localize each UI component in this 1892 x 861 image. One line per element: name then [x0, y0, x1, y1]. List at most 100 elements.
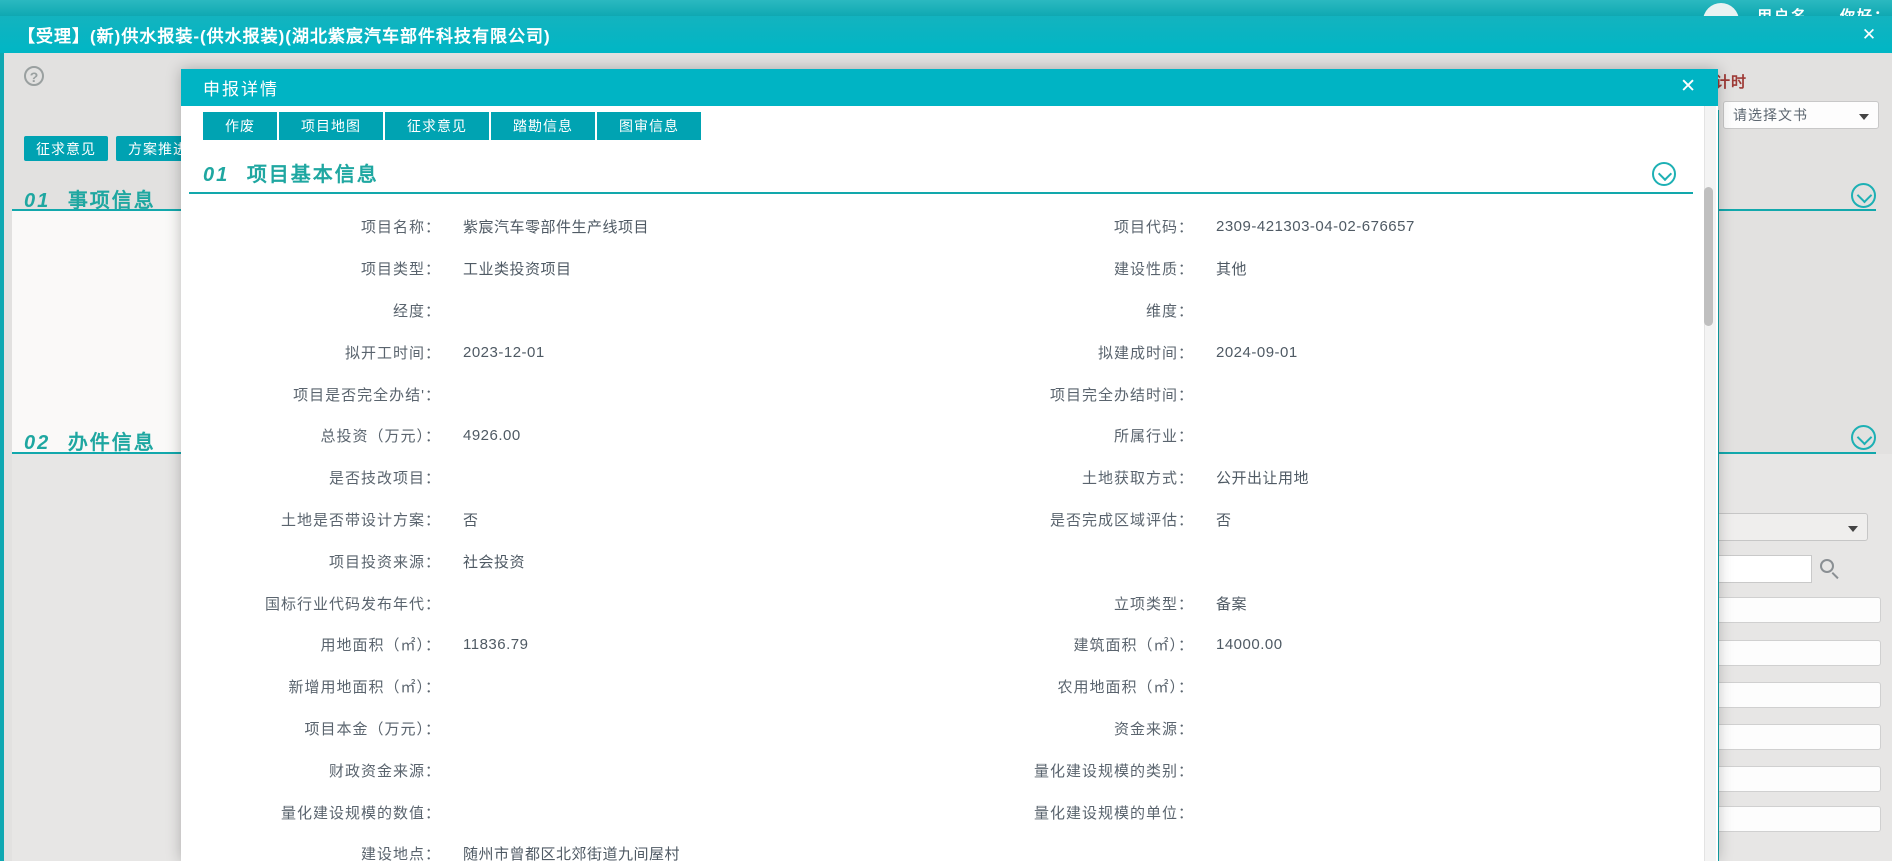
form-row: 国标行业代码发布年代：立项类型：备案	[181, 582, 1705, 624]
modal-tab-row: 作废项目地图征求意见踏勘信息图审信息	[203, 112, 701, 140]
section2-collapse-chevron-icon[interactable]	[1851, 425, 1876, 450]
modal-tab-3[interactable]: 征求意见	[385, 112, 489, 140]
section2-number: 02	[24, 432, 50, 454]
right-label: 维度：	[936, 300, 1210, 321]
section1-heading: 01 事项信息	[24, 184, 156, 213]
left-value: 否	[457, 509, 936, 530]
right-label: 立项类型：	[936, 593, 1210, 614]
right-label: 项目完全办结时间：	[936, 384, 1210, 405]
modal-section-heading: 01 项目基本信息	[203, 158, 379, 187]
right-label: 建设性质：	[936, 258, 1210, 279]
modal-tab-1[interactable]: 作废	[203, 112, 277, 140]
left-label: 财政资金来源：	[181, 760, 457, 781]
top-user-strip: 用户名 你好：	[0, 0, 1892, 16]
left-value: 紫宸汽车零部件生产线项目	[457, 216, 936, 237]
section1-title: 事项信息	[68, 190, 156, 212]
greeting-fragment: 你好：	[1840, 5, 1891, 16]
user-name-fragment: 用户名	[1757, 5, 1808, 16]
right-label: 资金来源：	[936, 718, 1210, 739]
consult-opinion-button[interactable]: 征求意见	[24, 136, 108, 161]
left-label: 量化建设规模的数值：	[181, 802, 457, 823]
sidebar-input-4[interactable]	[1710, 724, 1881, 750]
search-icon[interactable]	[1820, 559, 1834, 573]
right-value: 否	[1210, 509, 1705, 530]
left-label: 建设地点：	[181, 843, 457, 861]
window-title-bar: 【受理】(新)供水报装-(供水报装)(湖北紫宸汽车部件科技有限公司) ✕	[0, 16, 1892, 53]
left-label: 拟开工时间：	[181, 342, 457, 363]
form-row: 拟开工时间：2023-12-01拟建成时间：2024-09-01	[181, 331, 1705, 373]
document-select[interactable]: 请选择文书	[1723, 101, 1879, 129]
modal-tab-4[interactable]: 踏勘信息	[491, 112, 595, 140]
sidebar-input-1[interactable]	[1710, 597, 1881, 623]
right-value: 14000.00	[1210, 636, 1705, 653]
left-label: 总投资（万元）：	[181, 425, 457, 446]
left-value: 社会投资	[457, 551, 936, 572]
left-label: 经度：	[181, 300, 457, 321]
right-label: 建筑面积（㎡）：	[936, 634, 1210, 655]
right-value: 2024-09-01	[1210, 344, 1705, 361]
modal-section-number: 01	[203, 164, 229, 186]
left-label: 用地面积（㎡）：	[181, 634, 457, 655]
form-row: 新增用地面积（㎡）：农用地面积（㎡）：	[181, 666, 1705, 708]
left-value: 工业类投资项目	[457, 258, 936, 279]
right-value: 公开出让用地	[1210, 467, 1705, 488]
left-label: 土地是否带设计方案：	[181, 509, 457, 530]
section1-collapse-chevron-icon[interactable]	[1851, 183, 1876, 208]
right-label: 农用地面积（㎡）：	[936, 676, 1210, 697]
right-label: 是否完成区域评估：	[936, 509, 1210, 530]
form-row: 项目名称：紫宸汽车零部件生产线项目项目代码：2309-421303-04-02-…	[181, 206, 1705, 248]
left-label: 项目名称：	[181, 216, 457, 237]
modal-scrollbar-thumb[interactable]	[1704, 187, 1713, 326]
modal-section-chevron-icon[interactable]	[1652, 162, 1676, 186]
right-label: 量化建设规模的单位：	[936, 802, 1210, 823]
modal-tab-2[interactable]: 项目地图	[279, 112, 383, 140]
project-basic-info-form: 项目名称：紫宸汽车零部件生产线项目项目代码：2309-421303-04-02-…	[181, 206, 1705, 861]
right-label: 项目代码：	[936, 216, 1210, 237]
modal-tab-5[interactable]: 图审信息	[597, 112, 701, 140]
screen: ? 征求意见 方案推进 01 事项信息 02 办件信息 （办 倒计时 请选择文书…	[0, 0, 1892, 861]
document-select-value: 请选择文书	[1733, 105, 1808, 125]
modal-close-icon[interactable]: ✕	[1680, 77, 1696, 97]
modal-header: 申报详情 ✕	[181, 69, 1718, 106]
left-value: 随州市曾都区北郊街道九间屋村	[457, 843, 936, 861]
help-icon[interactable]: ?	[24, 66, 44, 86]
declaration-detail-modal: 申报详情 ✕ 作废项目地图征求意见踏勘信息图审信息 01 项目基本信息 项目名称…	[181, 69, 1718, 861]
form-row: 用地面积（㎡）：11836.79建筑面积（㎡）：14000.00	[181, 624, 1705, 666]
window-close-icon[interactable]: ✕	[1858, 24, 1880, 46]
sidebar-input-2[interactable]	[1710, 640, 1881, 666]
right-label: 量化建设规模的类别：	[936, 760, 1210, 781]
form-row: 项目本金（万元）： 资金来源：	[181, 708, 1705, 750]
chevron-down-icon	[1848, 526, 1858, 532]
modal-scrollbar[interactable]	[1704, 106, 1716, 861]
sidebar-input-3[interactable]	[1710, 682, 1881, 708]
form-row: 土地是否带设计方案：否是否完成区域评估：否	[181, 499, 1705, 541]
left-label: 项目本金（万元）：	[181, 718, 457, 739]
left-accent-bar	[0, 53, 4, 861]
form-row: 量化建设规模的数值： 量化建设规模的单位：	[181, 791, 1705, 833]
right-value: 其他	[1210, 258, 1705, 279]
right-label: 土地获取方式：	[936, 467, 1210, 488]
right-label: 拟建成时间：	[936, 342, 1210, 363]
modal-section-title: 项目基本信息	[247, 164, 379, 186]
right-label: 所属行业：	[936, 425, 1210, 446]
left-label: 国标行业代码发布年代：	[181, 593, 457, 614]
sidebar-input-5[interactable]	[1710, 766, 1881, 792]
avatar	[1703, 3, 1739, 16]
left-value: 2023-12-01	[457, 344, 936, 361]
chevron-down-icon	[1859, 114, 1869, 120]
form-row: 项目类型：工业类投资项目建设性质：其他	[181, 248, 1705, 290]
left-label: 项目投资来源：	[181, 551, 457, 572]
modal-section-underline	[189, 192, 1693, 194]
left-label: 是否技改项目：	[181, 467, 457, 488]
form-row: 总投资（万元）：4926.00所属行业：	[181, 415, 1705, 457]
left-label: 项目是否完全办结'：	[181, 384, 457, 405]
right-value: 2309-421303-04-02-676657	[1210, 218, 1705, 235]
form-row: 经度： 维度：	[181, 290, 1705, 332]
form-row: 项目投资来源：社会投资	[181, 540, 1705, 582]
modal-title: 申报详情	[203, 75, 279, 100]
window-title: 【受理】(新)供水报装-(供水报装)(湖北紫宸汽车部件科技有限公司)	[18, 22, 551, 47]
section1-number: 01	[24, 190, 50, 212]
sidebar-input-6[interactable]	[1710, 806, 1881, 832]
form-row: 建设地点：随州市曾都区北郊街道九间屋村	[181, 833, 1705, 861]
left-value: 4926.00	[457, 427, 936, 444]
